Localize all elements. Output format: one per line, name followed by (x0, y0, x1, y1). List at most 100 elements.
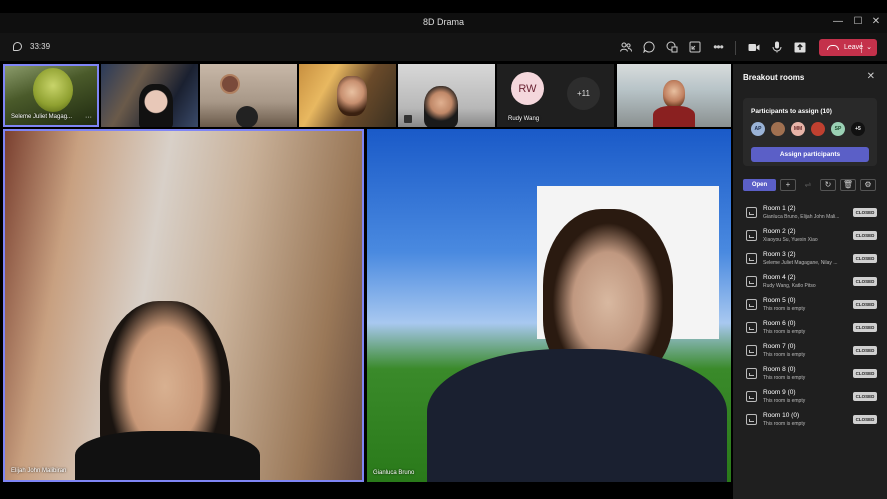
room-item[interactable]: Room 6 (0) This room is empty CLOSED (743, 319, 879, 339)
room-members: This room is empty (763, 329, 806, 335)
reactions-icon[interactable] (664, 39, 680, 55)
room-item[interactable]: Room 1 (2) Gianluca Bruno, Elijah John Ma… (743, 204, 879, 224)
room-item[interactable]: Room 2 (2) Xiaoyou Su, Yuexin Xiao CLOSED (743, 227, 879, 247)
avatar[interactable] (771, 122, 785, 136)
phone-icon (827, 45, 839, 50)
close-icon[interactable]: ✕ (867, 71, 875, 82)
refresh-icon[interactable]: ↻ (820, 179, 836, 191)
participant-name: Seleme Juliet Magag... (11, 114, 73, 120)
add-room-icon[interactable]: + (780, 179, 796, 191)
participant-name: Gianluca Bruno (373, 470, 415, 476)
minimize-icon[interactable]: — (832, 16, 844, 27)
room-icon (746, 345, 757, 356)
status-badge: CLOSED (853, 231, 877, 240)
more-participants[interactable]: +5 (851, 122, 865, 136)
participant-video (424, 86, 458, 127)
room-name: Room 9 (0) (763, 389, 796, 396)
room-item[interactable]: Room 4 (2) Rudy Wang, Katlo Pitso CLOSED (743, 273, 879, 293)
toolbar-divider (735, 41, 736, 55)
more-icon[interactable]: ••• (710, 39, 726, 55)
participant-tile[interactable] (299, 64, 396, 127)
room-name: Room 4 (2) (763, 274, 796, 281)
window-title: 8D Drama (422, 17, 464, 27)
participant-name: Elijah John Malibiran (11, 468, 67, 474)
main-video-tile[interactable]: Gianluca Bruno (367, 129, 731, 482)
reassign-icon: ⇌ (804, 180, 812, 189)
participant-video (427, 349, 727, 482)
share-icon[interactable] (792, 39, 808, 55)
participant-tile[interactable] (101, 64, 198, 127)
maximize-icon[interactable]: ☐ (852, 16, 864, 27)
people-icon[interactable] (618, 39, 634, 55)
mic-icon[interactable] (769, 39, 785, 55)
camera-icon[interactable] (746, 39, 762, 55)
room-name: Room 1 (2) (763, 205, 796, 212)
room-name: Room 2 (2) (763, 228, 796, 235)
leave-button[interactable]: Leave ⌄ (819, 39, 877, 56)
room-item[interactable]: Room 3 (2) Seleme Juliet Magagane, Nilay … (743, 250, 879, 270)
participant-tile[interactable] (200, 64, 297, 127)
room-item[interactable]: Room 7 (0) This room is empty CLOSED (743, 342, 879, 362)
shield-icon (13, 42, 22, 51)
participant-video (75, 431, 260, 480)
room-name: Room 7 (0) (763, 343, 796, 350)
room-members: Gianluca Bruno, Elijah John Mali... (763, 214, 840, 220)
participant-tile[interactable] (398, 64, 495, 127)
meeting-toolbar: 33:39 ••• Leave ⌄ (0, 33, 887, 61)
avatar: RW (511, 72, 544, 105)
status-badge: CLOSED (853, 392, 877, 401)
more-icon[interactable]: ··· (85, 114, 92, 121)
main-video-tile[interactable]: Elijah John Malibiran (3, 129, 364, 482)
delete-icon[interactable]: 🗑 (840, 179, 856, 191)
participant-tile[interactable]: RW Rudy Wang (497, 64, 557, 127)
participant-tile[interactable] (617, 64, 731, 127)
participant-video (236, 106, 258, 127)
room-controls: Open + ⇌ ↻ 🗑 ⚙ (743, 179, 879, 191)
avatar[interactable] (811, 122, 825, 136)
room-name: Room 3 (2) (763, 251, 796, 258)
status-badge: CLOSED (853, 346, 877, 355)
room-item[interactable]: Room 8 (0) This room is empty CLOSED (743, 365, 879, 385)
avatar[interactable]: AP (751, 122, 765, 136)
room-members: Xiaoyou Su, Yuexin Xiao (763, 237, 818, 243)
room-name: Room 8 (0) (763, 366, 796, 373)
participants-header: Participants to assign (10) (751, 108, 832, 115)
title-bar: 8D Drama — ☐ ✕ (0, 13, 887, 33)
room-members: This room is empty (763, 421, 806, 427)
status-badge: CLOSED (853, 415, 877, 424)
overflow-count: +11 (567, 77, 600, 110)
open-rooms-button[interactable]: Open (743, 179, 776, 191)
room-icon (746, 207, 757, 218)
overflow-tile[interactable]: +11 (557, 64, 614, 127)
panel-title: Breakout rooms (743, 73, 805, 82)
close-icon[interactable]: ✕ (870, 16, 882, 27)
leave-divider (861, 42, 862, 53)
status-badge: CLOSED (853, 254, 877, 263)
meeting-timer: 33:39 (30, 42, 51, 51)
status-badge: CLOSED (853, 323, 877, 332)
breakout-rooms-icon[interactable] (687, 39, 703, 55)
room-icon (746, 276, 757, 287)
room-name: Room 6 (0) (763, 320, 796, 327)
avatar[interactable]: MM (791, 122, 805, 136)
room-item[interactable]: Room 10 (0) This room is empty CLOSED (743, 411, 879, 431)
room-item[interactable]: Room 9 (0) This room is empty CLOSED (743, 388, 879, 408)
room-item[interactable]: Room 5 (0) This room is empty CLOSED (743, 296, 879, 316)
room-name: Room 5 (0) (763, 297, 796, 304)
room-members: Seleme Juliet Magagane, Nilay ... (763, 260, 838, 266)
room-icon (746, 253, 757, 264)
settings-icon[interactable]: ⚙ (860, 179, 876, 191)
participant-video (337, 76, 367, 116)
avatar[interactable]: SP (831, 122, 845, 136)
room-icon (746, 230, 757, 241)
breakout-rooms-panel: Breakout rooms ✕ Participants to assign … (733, 64, 887, 499)
room-members: This room is empty (763, 398, 806, 404)
chevron-down-icon[interactable]: ⌄ (866, 43, 872, 51)
chat-icon[interactable] (641, 39, 657, 55)
status-badge: CLOSED (853, 208, 877, 217)
room-icon (746, 368, 757, 379)
room-members: This room is empty (763, 352, 806, 358)
status-badge: CLOSED (853, 300, 877, 309)
assign-participants-button[interactable]: Assign participants (751, 147, 869, 162)
participant-tile[interactable]: Seleme Juliet Magag... ··· (3, 64, 99, 127)
